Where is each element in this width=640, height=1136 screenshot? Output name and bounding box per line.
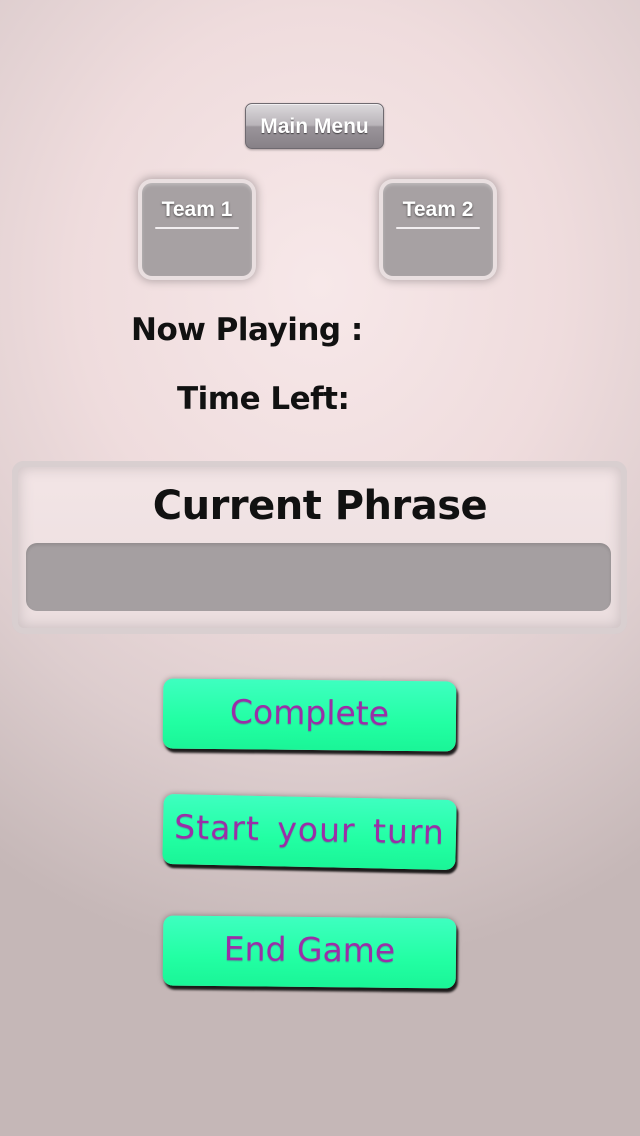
team-1-underline (155, 227, 239, 229)
end-game-button[interactable]: End Game (162, 915, 457, 989)
team-2-underline (396, 227, 480, 229)
team-2-score-tile: Team 2 (383, 183, 493, 276)
start-turn-button[interactable]: Start your turn (162, 793, 457, 871)
team-1-score-tile: Team 1 (142, 183, 252, 276)
time-left-label: Time Left: (177, 381, 350, 417)
current-phrase-field (26, 543, 611, 611)
main-menu-button[interactable]: Main Menu (245, 103, 384, 149)
team-2-label: Team 2 (402, 198, 474, 221)
now-playing-label: Now Playing : (131, 312, 363, 348)
current-phrase-title: Current Phrase (152, 483, 488, 529)
complete-button[interactable]: Complete (162, 678, 457, 752)
game-screen: Main Menu Team 1 Team 2 Now Playing : Ti… (0, 0, 640, 1136)
team-1-label: Team 1 (161, 198, 233, 221)
